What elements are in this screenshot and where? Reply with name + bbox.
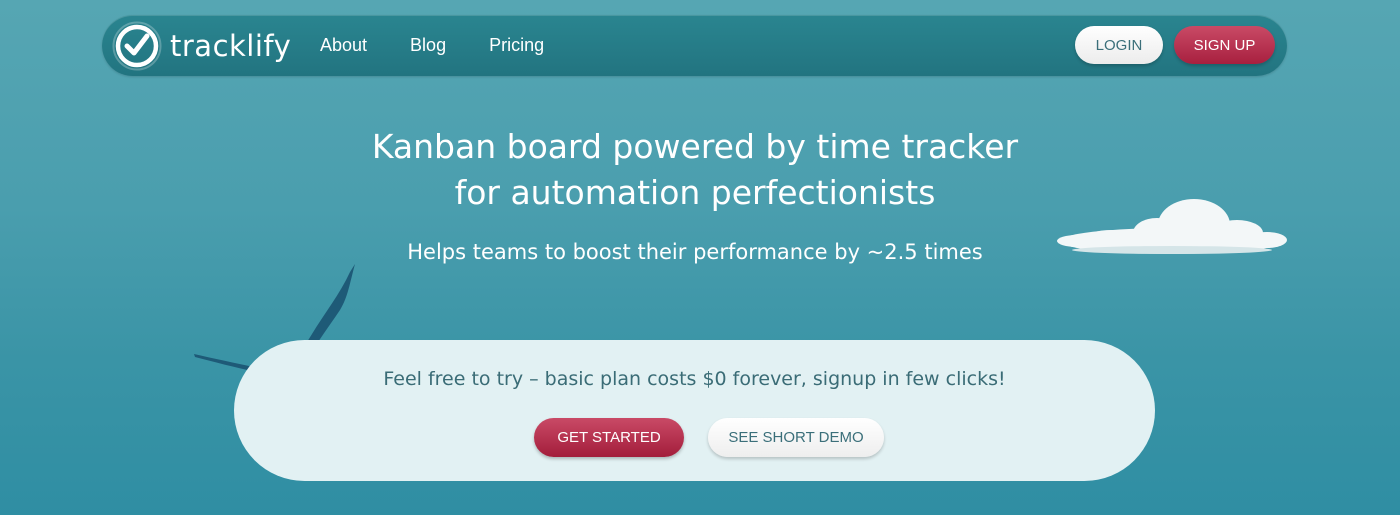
cta-panel: Feel free to try – basic plan costs $0 f…: [234, 340, 1155, 481]
logo-text: tracklify: [170, 29, 292, 63]
cloud-illustration: [1057, 199, 1287, 254]
login-button[interactable]: LOGIN: [1075, 26, 1163, 64]
hero-title: Kanban board powered by time tracker for…: [300, 124, 1090, 216]
main-nav: About Blog Pricing: [320, 15, 587, 76]
see-demo-button[interactable]: SEE SHORT DEMO: [708, 418, 884, 457]
signup-button[interactable]: SIGN UP: [1174, 26, 1275, 64]
hero-title-line-1: Kanban board powered by time tracker: [371, 127, 1019, 166]
nav-pricing-link[interactable]: Pricing: [489, 35, 544, 56]
logo[interactable]: tracklify: [112, 21, 291, 71]
hero-title-line-2: for automation perfectionists: [454, 173, 936, 212]
nav-blog-link[interactable]: Blog: [410, 35, 446, 56]
clock-check-icon: [112, 21, 162, 71]
nav-about-link[interactable]: About: [320, 35, 367, 56]
get-started-button[interactable]: GET STARTED: [534, 418, 684, 457]
top-navbar: tracklify About Blog Pricing LOGIN SIGN …: [102, 15, 1287, 76]
hero-subtitle: Helps teams to boost their performance b…: [407, 240, 983, 264]
cta-text: Feel free to try – basic plan costs $0 f…: [383, 368, 1006, 390]
